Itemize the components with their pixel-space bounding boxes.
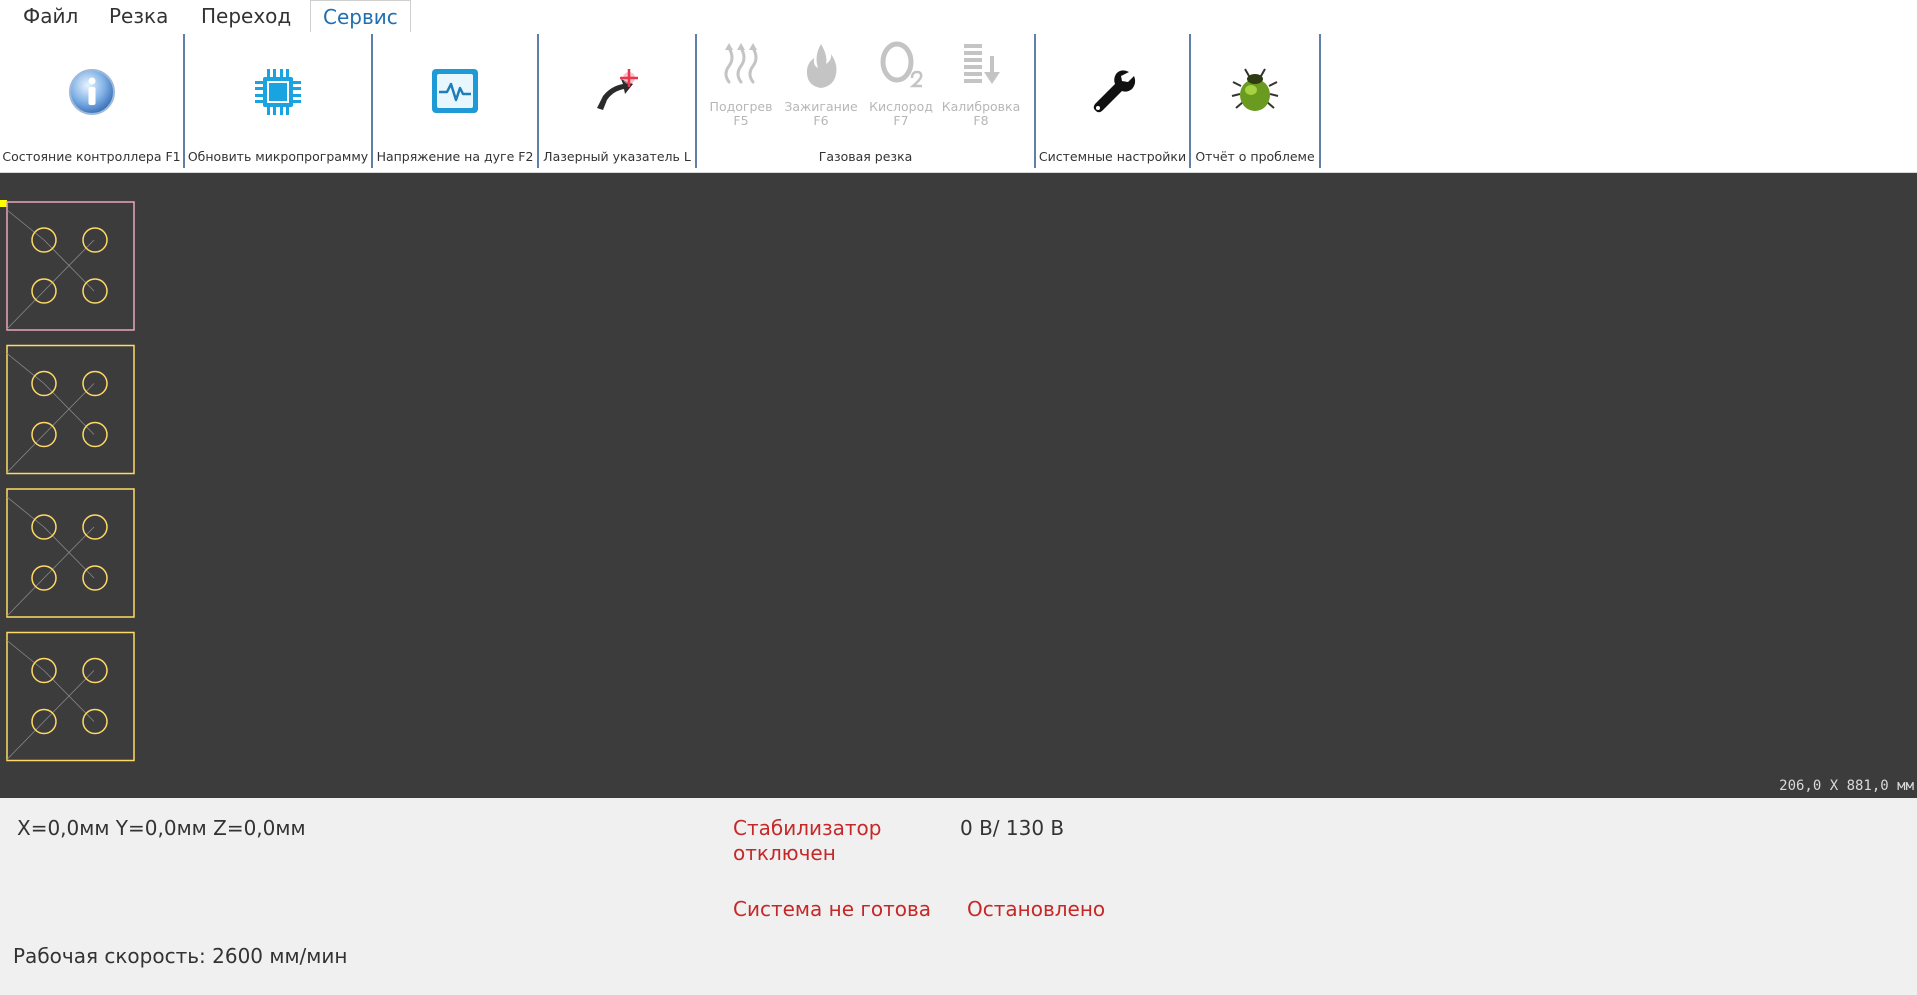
- parts-layout: [0, 200, 135, 762]
- laser-pointer-label: Лазерный указатель L: [543, 149, 691, 164]
- controller-status-button[interactable]: Состояние контроллера F1: [0, 34, 185, 168]
- hole-contour: [82, 657, 108, 684]
- oxygen-label: Кислород: [869, 99, 933, 114]
- status-panel: X=0,0мм Y=0,0мм Z=0,0мм Стабилизатор отк…: [0, 798, 1917, 995]
- update-firmware-button[interactable]: Обновить микропрограмму: [185, 34, 373, 168]
- hole-contour: [82, 708, 108, 735]
- menu-navigation[interactable]: Переход: [201, 0, 291, 32]
- problem-report-button[interactable]: Отчёт о проблеме: [1191, 34, 1321, 168]
- ignition-button[interactable]: Зажигание F6: [781, 36, 861, 136]
- arc-voltage-button[interactable]: Напряжение на дуге F2: [373, 34, 539, 168]
- ignition-key: F6: [813, 113, 829, 128]
- oxygen-icon: [861, 38, 941, 100]
- heat-waves-icon: [701, 38, 781, 100]
- wrench-icon: [1085, 64, 1141, 120]
- nested-part[interactable]: [6, 488, 135, 618]
- controller-status-label: Состояние контроллера F1: [2, 149, 181, 164]
- waveform-monitor-icon: [427, 64, 483, 120]
- laser-pointer-button[interactable]: Лазерный указатель L: [539, 34, 697, 168]
- ribbon-toolbar: Состояние контроллера F1 Обновить микроп…: [0, 32, 1917, 173]
- gas-cutting-label: Газовая резка: [818, 149, 913, 164]
- calibration-down-icon: [941, 38, 1021, 100]
- sheet-dimensions: 206,0 X 881,0 мм: [1779, 778, 1914, 794]
- flame-icon: [781, 38, 861, 100]
- nested-part[interactable]: [6, 344, 135, 475]
- working-speed: Рабочая скорость: 2600 мм/мин: [13, 944, 348, 968]
- stabilizer-status-line2: отключен: [733, 841, 836, 865]
- voltage-readout: 0 В/ 130 В: [960, 816, 1065, 840]
- ignition-label: Зажигание: [784, 99, 858, 114]
- system-settings-label: Системные настройки: [1038, 149, 1187, 164]
- hole-contour: [82, 514, 108, 540]
- gas-cutting-group: Подогрев F5 Зажигание F6 Кислород F7 Кал…: [697, 34, 1036, 168]
- update-firmware-label: Обновить микропрограмму: [187, 149, 369, 164]
- coordinates-readout: X=0,0мм Y=0,0мм Z=0,0мм: [17, 816, 306, 840]
- menu-service[interactable]: Сервис: [310, 0, 411, 34]
- oxygen-key: F7: [893, 113, 909, 128]
- menu-cutting[interactable]: Резка: [109, 0, 168, 32]
- nested-part[interactable]: [6, 201, 135, 331]
- hole-contour: [82, 370, 108, 397]
- calibration-label: Калибровка: [941, 99, 1021, 114]
- preheat-button[interactable]: Подогрев F5: [701, 36, 781, 136]
- stabilizer-status-line1: Стабилизатор: [733, 816, 882, 840]
- preheat-key: F5: [733, 113, 749, 128]
- hole-contour: [82, 565, 108, 591]
- bug-icon: [1227, 64, 1283, 120]
- info-icon: [64, 64, 120, 120]
- laser-pointer-icon: [589, 64, 645, 120]
- cutting-canvas[interactable]: 206,0 X 881,0 мм: [0, 173, 1917, 798]
- hole-contour: [82, 278, 108, 304]
- menu-bar: Файл Резка Переход Сервис: [0, 0, 1917, 34]
- system-settings-button[interactable]: Системные настройки: [1036, 34, 1191, 168]
- nested-part[interactable]: [6, 631, 135, 762]
- calibration-button[interactable]: Калибровка F8: [941, 36, 1021, 136]
- preheat-label: Подогрев: [709, 99, 773, 114]
- origin-marker: [0, 200, 7, 207]
- chip-icon: [250, 64, 306, 120]
- arc-voltage-label: Напряжение на дуге F2: [376, 149, 534, 164]
- system-status: Система не готова: [733, 897, 932, 921]
- menu-file[interactable]: Файл: [23, 0, 78, 32]
- problem-report-label: Отчёт о проблеме: [1195, 149, 1315, 164]
- hole-contour: [82, 227, 108, 253]
- oxygen-button[interactable]: Кислород F7: [861, 36, 941, 136]
- machine-state: Остановлено: [967, 897, 1106, 921]
- calibration-key: F8: [973, 113, 989, 128]
- hole-contour: [82, 421, 108, 448]
